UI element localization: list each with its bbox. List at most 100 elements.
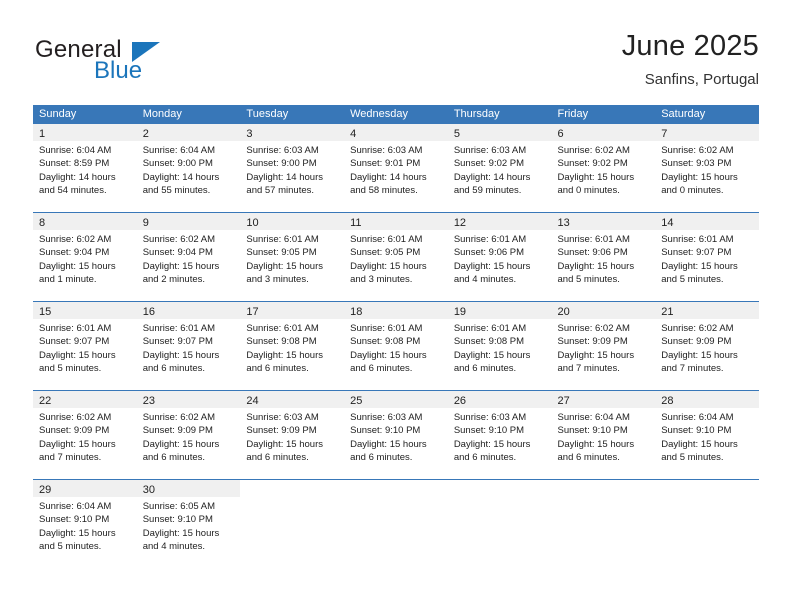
day-cell[interactable]: 25 Sunrise: 6:03 AM Sunset: 9:10 PM Dayligh… — [344, 391, 448, 474]
day-cell[interactable]: 27 Sunrise: 6:04 AM Sunset: 9:10 PM Dayligh… — [551, 391, 656, 474]
day-cell[interactable]: 10 Sunrise: 6:01 AM Sunset: 9:05 PM Dayligh… — [240, 213, 345, 296]
day-number-band — [552, 480, 656, 497]
day-cell[interactable]: 17 Sunrise: 6:01 AM Sunset: 9:08 PM Dayligh… — [240, 302, 345, 385]
day-cell[interactable]: 1 Sunrise: 6:04 AM Sunset: 8:59 PM Daylight… — [33, 124, 137, 207]
daylight-text-line2: and 3 minutes. — [246, 274, 309, 286]
sunset-text: Sunset: 9:05 PM — [246, 247, 317, 259]
sunrise-text: Sunrise: 6:04 AM — [557, 412, 630, 423]
sunset-text: Sunset: 9:04 PM — [142, 247, 213, 259]
day-details: Sunrise: 6:01 AM Sunset: 9:06 PM Daylight:… — [448, 230, 552, 287]
sunrise-text: Sunrise: 6:02 AM — [142, 234, 216, 245]
daylight-text-line2: and 6 minutes. — [350, 363, 413, 375]
daylight-text-line2: and 7 minutes. — [39, 452, 102, 464]
day-number-band: 3 — [240, 124, 345, 141]
day-number-band: 18 — [344, 302, 448, 319]
sunset-text: Sunset: 9:03 PM — [661, 158, 732, 170]
day-details: Sunrise: 6:02 AM Sunset: 9:09 PM Daylight:… — [33, 408, 137, 465]
sunrise-text: Sunrise: 6:01 AM — [453, 234, 527, 245]
day-cell[interactable]: 8 Sunrise: 6:02 AM Sunset: 9:04 PM Daylight… — [33, 213, 137, 296]
day-cell[interactable]: 5 Sunrise: 6:03 AM Sunset: 9:02 PM Daylight… — [447, 124, 552, 207]
daylight-text-line2: and 6 minutes. — [453, 452, 517, 464]
day-cell[interactable]: 24 Sunrise: 6:03 AM Sunset: 9:09 PM Dayligh… — [240, 391, 345, 474]
day-number: 17 — [246, 306, 259, 318]
day-cell-empty — [552, 480, 656, 563]
day-number: 23 — [142, 395, 155, 407]
day-details: Sunrise: 6:04 AM Sunset: 9:10 PM Daylight:… — [33, 497, 137, 554]
day-cell[interactable]: 29 Sunrise: 6:04 AM Sunset: 9:10 PM Dayligh… — [33, 480, 137, 563]
sunrise-text: Sunrise: 6:01 AM — [350, 323, 423, 334]
daylight-text-line2: and 59 minutes. — [453, 185, 522, 197]
sunset-text: Sunset: 9:06 PM — [557, 247, 628, 259]
sunset-text: Sunset: 9:10 PM — [453, 425, 525, 437]
day-details: Sunrise: 6:03 AM Sunset: 9:02 PM Daylight:… — [448, 141, 552, 198]
day-cell[interactable]: 4 Sunrise: 6:03 AM Sunset: 9:01 PM Daylight… — [344, 124, 448, 207]
day-cell[interactable]: 6 Sunrise: 6:02 AM Sunset: 9:02 PM Daylight… — [551, 124, 656, 207]
daylight-text-line2: and 6 minutes. — [142, 452, 206, 464]
day-details: Sunrise: 6:04 AM Sunset: 8:59 PM Daylight:… — [33, 141, 137, 198]
daylight-text-line1: Daylight: 15 hours — [350, 349, 427, 361]
daylight-text-line1: Daylight: 15 hours — [39, 349, 116, 361]
day-cell[interactable]: 19 Sunrise: 6:01 AM Sunset: 9:08 PM Dayligh… — [447, 302, 552, 385]
day-cell[interactable]: 11 Sunrise: 6:01 AM Sunset: 9:05 PM Dayligh… — [344, 213, 448, 296]
day-number-band — [240, 480, 344, 497]
day-cell[interactable]: 7 Sunrise: 6:02 AM Sunset: 9:03 PM Daylight… — [655, 124, 759, 207]
day-details: Sunrise: 6:01 AM Sunset: 9:07 PM Daylight:… — [655, 230, 759, 287]
day-cell[interactable]: 12 Sunrise: 6:01 AM Sunset: 9:06 PM Dayligh… — [447, 213, 552, 296]
daylight-text-line1: Daylight: 15 hours — [453, 260, 531, 272]
daylight-text-line1: Daylight: 14 hours — [142, 171, 220, 183]
sunset-text: Sunset: 9:06 PM — [453, 247, 525, 259]
weekday-header-wednesday: Wednesday — [350, 108, 408, 120]
day-details: Sunrise: 6:04 AM Sunset: 9:10 PM Daylight:… — [655, 408, 759, 465]
sunset-text: Sunset: 9:02 PM — [557, 158, 628, 170]
day-details: Sunrise: 6:01 AM Sunset: 9:08 PM Daylight:… — [448, 319, 552, 376]
sunrise-text: Sunrise: 6:01 AM — [661, 234, 734, 245]
day-number: 14 — [661, 217, 674, 229]
day-number-band — [448, 480, 552, 497]
daylight-text-line1: Daylight: 15 hours — [661, 260, 738, 272]
day-number-band: 11 — [344, 213, 448, 230]
day-details — [240, 497, 344, 500]
logo-text-blue: Blue — [94, 57, 143, 84]
day-cell[interactable]: 9 Sunrise: 6:02 AM Sunset: 9:04 PM Daylight… — [136, 213, 241, 296]
sunrise-text: Sunrise: 6:01 AM — [246, 234, 319, 245]
day-number-band: 29 — [33, 480, 137, 497]
day-cell-empty — [344, 480, 448, 563]
day-cell[interactable]: 23 Sunrise: 6:02 AM Sunset: 9:09 PM Dayligh… — [136, 391, 241, 474]
day-cell[interactable]: 14 Sunrise: 6:01 AM Sunset: 9:07 PM Dayligh… — [655, 213, 759, 296]
day-number-band: 4 — [344, 124, 448, 141]
day-number: 25 — [350, 395, 363, 407]
day-details: Sunrise: 6:01 AM Sunset: 9:06 PM Daylight:… — [552, 230, 656, 287]
day-cell[interactable]: 13 Sunrise: 6:01 AM Sunset: 9:06 PM Dayligh… — [551, 213, 656, 296]
day-cell[interactable]: 15 Sunrise: 6:01 AM Sunset: 9:07 PM Dayligh… — [33, 302, 137, 385]
sunset-text: Sunset: 9:08 PM — [246, 336, 317, 348]
daylight-text-line2: and 6 minutes. — [557, 452, 620, 464]
daylight-text-line1: Daylight: 15 hours — [142, 438, 220, 450]
day-cell[interactable]: 28 Sunrise: 6:04 AM Sunset: 9:10 PM Dayligh… — [655, 391, 759, 474]
day-details: Sunrise: 6:03 AM Sunset: 9:00 PM Daylight:… — [240, 141, 344, 198]
page-title: June 2025 — [621, 30, 759, 62]
day-cell[interactable]: 18 Sunrise: 6:01 AM Sunset: 9:08 PM Dayligh… — [344, 302, 448, 385]
daylight-text-line2: and 4 minutes. — [453, 274, 517, 286]
day-cell[interactable]: 22 Sunrise: 6:02 AM Sunset: 9:09 PM Dayligh… — [33, 391, 137, 474]
sunset-text: Sunset: 9:10 PM — [350, 425, 421, 437]
day-cell[interactable]: 3 Sunrise: 6:03 AM Sunset: 9:00 PM Daylight… — [240, 124, 345, 207]
brand-logo[interactable]: General Blue — [33, 28, 263, 92]
sunrise-text: Sunrise: 6:03 AM — [350, 145, 423, 156]
day-details: Sunrise: 6:05 AM Sunset: 9:10 PM Daylight:… — [137, 497, 241, 554]
sunrise-text: Sunrise: 6:02 AM — [39, 412, 112, 423]
day-details — [552, 497, 656, 500]
sunset-text: Sunset: 9:09 PM — [557, 336, 628, 348]
day-cell[interactable]: 16 Sunrise: 6:01 AM Sunset: 9:07 PM Dayligh… — [136, 302, 241, 385]
daylight-text-line2: and 5 minutes. — [39, 363, 102, 375]
sunset-text: Sunset: 9:07 PM — [39, 336, 110, 348]
day-cell[interactable]: 2 Sunrise: 6:04 AM Sunset: 9:00 PM Daylight… — [136, 124, 241, 207]
day-number-band: 1 — [33, 124, 137, 141]
day-cell[interactable]: 26 Sunrise: 6:03 AM Sunset: 9:10 PM Dayligh… — [447, 391, 552, 474]
daylight-text-line1: Daylight: 15 hours — [39, 438, 116, 450]
sunset-text: Sunset: 9:10 PM — [142, 514, 213, 526]
day-cell[interactable]: 21 Sunrise: 6:02 AM Sunset: 9:09 PM Dayligh… — [655, 302, 759, 385]
day-cell[interactable]: 20 Sunrise: 6:02 AM Sunset: 9:09 PM Dayligh… — [551, 302, 656, 385]
day-number-band: 6 — [551, 124, 656, 141]
sunset-text: Sunset: 9:10 PM — [39, 514, 110, 526]
day-cell[interactable]: 30 Sunrise: 6:05 AM Sunset: 9:10 PM Dayligh… — [136, 480, 241, 563]
